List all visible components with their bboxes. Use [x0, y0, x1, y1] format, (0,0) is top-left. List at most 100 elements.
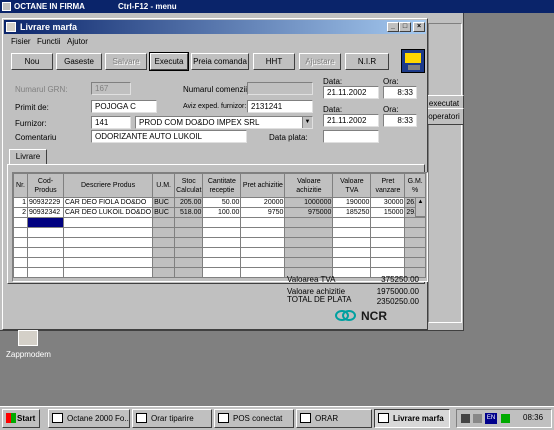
table-cell[interactable] — [174, 257, 204, 268]
table-cell[interactable] — [404, 227, 426, 238]
nir-button[interactable]: N.I.R — [345, 53, 389, 70]
table-cell[interactable]: 100.00 — [202, 207, 242, 218]
column-header[interactable]: Pret vanzare — [370, 173, 406, 198]
primit-de-field[interactable]: POJOGA C — [91, 100, 157, 113]
table-cell[interactable] — [404, 257, 426, 268]
table-cell[interactable] — [174, 247, 204, 258]
table-row[interactable]: 1 90932229 CAR DEO FIOLA DO&DO BUC 205.00 50.… — [13, 197, 426, 208]
numarul-comenzii-field[interactable] — [247, 82, 313, 95]
furnizor-cod-field[interactable]: 141 — [91, 116, 131, 129]
table-cell[interactable] — [152, 217, 176, 228]
tab-livrare[interactable]: Livrare — [9, 149, 47, 165]
table-cell[interactable] — [174, 217, 204, 228]
hht-button[interactable]: HHT — [253, 53, 295, 70]
table-cell[interactable] — [404, 237, 426, 248]
table-cell[interactable] — [202, 237, 242, 248]
data-plata-field[interactable] — [323, 130, 379, 143]
preia-comanda-button[interactable]: Preia comanda — [191, 53, 249, 70]
operatori-button[interactable]: operatori — [424, 108, 464, 125]
table-cell[interactable] — [332, 257, 372, 268]
table-cell[interactable] — [174, 227, 204, 238]
grid-scrollbar[interactable]: ▲ — [415, 197, 426, 217]
table-cell[interactable]: 518.00 — [174, 207, 204, 218]
table-cell[interactable] — [240, 237, 286, 248]
data1-field[interactable]: 21.11.2002 — [323, 86, 379, 99]
table-cell[interactable]: CAR DEO LUKOIL DO&DO — [62, 207, 154, 218]
table-row[interactable] — [13, 267, 426, 278]
table-cell[interactable] — [27, 267, 64, 278]
table-cell[interactable] — [284, 247, 334, 258]
table-cell[interactable] — [27, 247, 64, 258]
column-header[interactable]: Pret achizitie — [240, 173, 286, 198]
table-cell[interactable]: 20000 — [240, 197, 286, 208]
table-cell[interactable] — [13, 227, 28, 238]
table-cell[interactable] — [62, 227, 154, 238]
furnizor-select[interactable]: PROD COM DO&DO IMPEX SRL ▼ — [135, 116, 313, 129]
table-cell[interactable] — [27, 217, 64, 228]
table-cell[interactable]: 90932229 — [27, 197, 64, 208]
table-cell[interactable] — [202, 227, 242, 238]
table-cell[interactable]: 15000 — [370, 207, 406, 218]
table-cell[interactable] — [202, 267, 242, 278]
chevron-down-icon[interactable]: ▼ — [302, 117, 312, 128]
table-row[interactable]: 2 90932342 CAR DEO LUKOIL DO&DO BUC 518.00 10… — [13, 207, 426, 218]
table-cell[interactable] — [27, 257, 64, 268]
table-row[interactable] — [13, 237, 426, 248]
table-cell[interactable] — [404, 247, 426, 258]
table-row[interactable] — [13, 217, 426, 228]
comentariu-field[interactable]: ODORIZANTE AUTO LUKOIL — [91, 130, 247, 143]
column-header[interactable]: Valoare achizitie — [284, 173, 334, 198]
table-cell[interactable] — [240, 217, 286, 228]
minimize-button[interactable]: _ — [387, 22, 399, 32]
aviz-field[interactable]: 2131241 — [247, 100, 313, 113]
table-cell[interactable] — [284, 217, 334, 228]
column-header[interactable]: Cod-Produs — [27, 173, 64, 198]
table-cell[interactable] — [370, 217, 406, 228]
menu-ajutor[interactable]: Ajutor — [67, 37, 88, 46]
ora1-field[interactable]: 8:33 — [383, 86, 417, 99]
table-cell[interactable] — [62, 257, 154, 268]
menu-fisier[interactable]: Fisier — [11, 37, 31, 46]
table-cell[interactable] — [13, 257, 28, 268]
column-header[interactable]: Cantitate receptie — [202, 173, 242, 198]
table-cell[interactable] — [404, 217, 426, 228]
table-cell[interactable] — [152, 247, 176, 258]
table-cell[interactable] — [174, 237, 204, 248]
volume-icon[interactable] — [473, 414, 482, 423]
table-cell[interactable] — [284, 257, 334, 268]
table-cell[interactable] — [332, 217, 372, 228]
table-cell[interactable] — [13, 217, 28, 228]
nou-button[interactable]: Nou — [11, 53, 53, 70]
column-header[interactable]: Nr. — [13, 173, 28, 198]
table-cell[interactable]: 205.00 — [174, 197, 204, 208]
table-cell[interactable] — [27, 237, 64, 248]
table-cell[interactable] — [332, 267, 372, 278]
table-cell[interactable] — [62, 247, 154, 258]
table-cell[interactable] — [332, 247, 372, 258]
executa-button[interactable]: Executa — [149, 52, 189, 71]
window-titlebar[interactable]: Livrare marfa _ □ × — [4, 20, 426, 34]
task-orar-tiparire[interactable]: Orar tiparire — [132, 409, 212, 428]
table-cell[interactable] — [370, 237, 406, 248]
table-cell[interactable] — [62, 267, 154, 278]
table-cell[interactable]: 1 — [13, 197, 28, 208]
zappmodem-label[interactable]: Zappmodem — [6, 350, 51, 359]
table-cell[interactable]: 30000 — [370, 197, 406, 208]
task-livrare-marfa[interactable]: Livrare marfa — [374, 409, 450, 428]
table-row[interactable] — [13, 247, 426, 258]
table-cell[interactable]: 1000000 — [284, 197, 334, 208]
data2-field[interactable]: 21.11.2002 — [323, 114, 379, 127]
menu-functii[interactable]: Functii — [37, 37, 61, 46]
table-cell[interactable] — [62, 217, 154, 228]
zappmodem-icon[interactable] — [18, 330, 38, 346]
table-cell[interactable]: 90932342 — [27, 207, 64, 218]
column-header[interactable]: Descriere Produs — [62, 173, 154, 198]
table-cell[interactable]: 190000 — [332, 197, 372, 208]
table-cell[interactable] — [152, 227, 176, 238]
tray-icon[interactable] — [501, 414, 510, 423]
scroll-up-icon[interactable]: ▲ — [416, 198, 425, 206]
column-header[interactable]: Stoc Calculat — [174, 173, 204, 198]
table-cell[interactable]: 185250 — [332, 207, 372, 218]
column-header[interactable]: U.M. — [152, 173, 176, 198]
table-cell[interactable] — [240, 257, 286, 268]
